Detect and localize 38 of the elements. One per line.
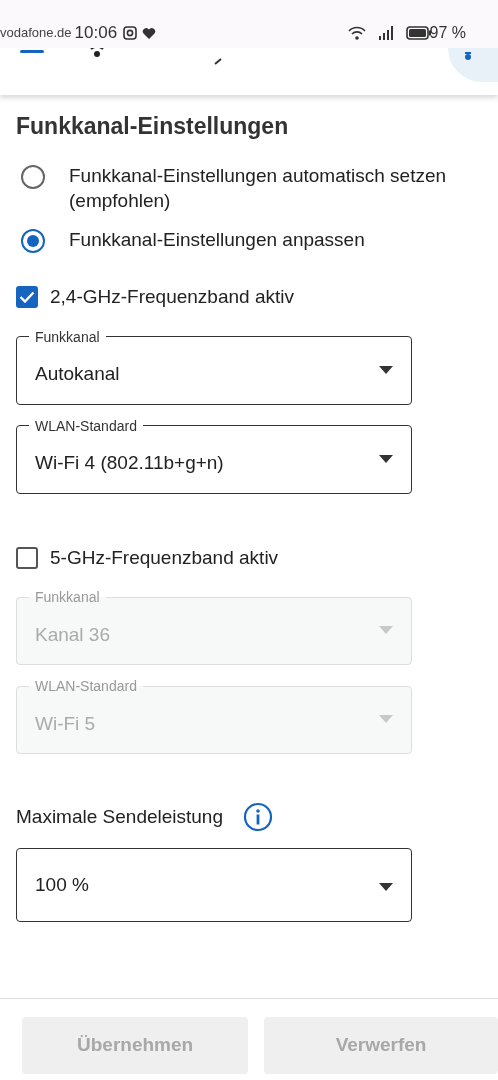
carrier-name: vodafone.de [0, 24, 72, 43]
battery-icon [405, 26, 432, 40]
wifi-icon [347, 26, 366, 40]
caret-down-icon [379, 626, 393, 634]
section-title: Funkkanal-Einstellungen [16, 112, 290, 141]
caret-down-icon [379, 883, 393, 891]
radio-label: Funkkanal-Einstellungen anpassen [69, 228, 365, 252]
battery-percentage: 97 % [429, 23, 466, 43]
checkbox-label: 2,4-GHz-Frequenzband aktiv [50, 285, 294, 309]
info-icon[interactable] [243, 802, 273, 832]
checkbox[interactable] [16, 286, 38, 309]
caret-down-icon [379, 715, 393, 723]
more-button[interactable] [448, 48, 498, 82]
clock-time: 10:06 [74, 22, 118, 45]
field-label: Funkkanal [34, 588, 101, 606]
field-value: 100 % [35, 872, 89, 897]
camera-icon [123, 26, 138, 40]
radio-button[interactable] [21, 165, 45, 189]
heart-icon [142, 26, 157, 40]
field-value: Wi-Fi 4 (802.11b+g+n) [35, 451, 224, 476]
setting-label: Maximale Sendeleistung [16, 804, 223, 829]
dropdown-field[interactable]: 100 % [16, 848, 412, 922]
checkbox[interactable] [16, 546, 38, 569]
caret-down-icon [379, 365, 393, 374]
checkbox-label: 5-GHz-Frequenzband aktiv [50, 545, 279, 570]
field-value: Kanal 36 [35, 622, 110, 647]
chevron-icon [214, 57, 222, 65]
menu-icon[interactable] [20, 49, 44, 53]
field-value: Autokanal [35, 362, 120, 387]
radio-label: Funkkanal-Einstellungen automatisch setzen (empfohlen) [69, 164, 448, 213]
caret-down-icon [379, 454, 393, 463]
signal-icon [377, 26, 394, 40]
field-label: Funkkanal [34, 327, 101, 346]
radio-button[interactable] [21, 229, 45, 253]
field-label: WLAN-Standard [34, 677, 138, 695]
more-icon [465, 52, 471, 61]
field-value: Wi-Fi 5 [35, 711, 96, 736]
field-label: WLAN-Standard [34, 416, 138, 435]
